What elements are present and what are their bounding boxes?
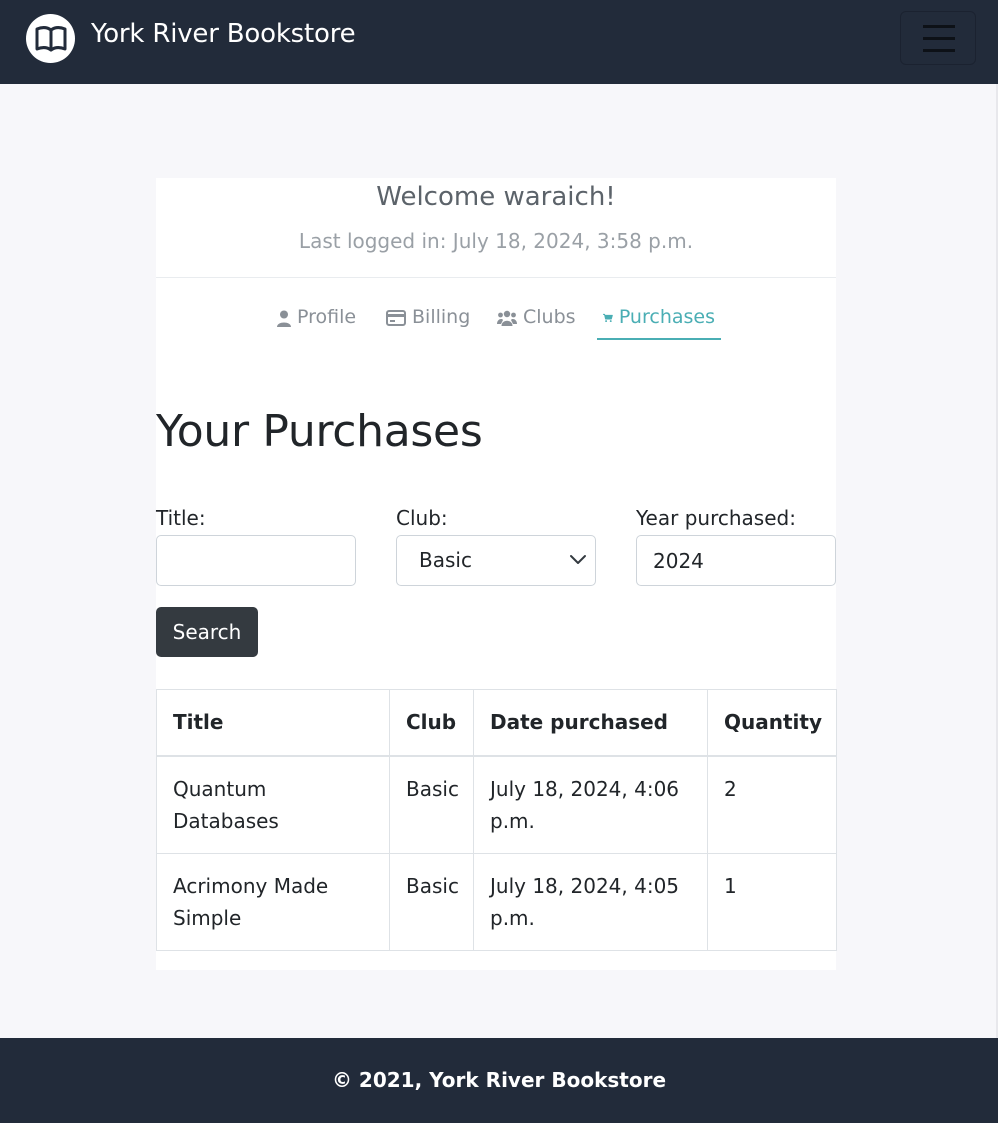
- column-header-title: Title: [156, 689, 390, 757]
- table-row: Acrimony Made Simple Basic July 18, 2024…: [156, 852, 837, 951]
- welcome-heading: Welcome waraich!: [376, 182, 616, 212]
- divider: [156, 277, 836, 278]
- users-icon: [497, 310, 517, 326]
- year-input[interactable]: [636, 535, 836, 586]
- chevron-down-icon: [570, 555, 586, 564]
- credit-card-icon: [386, 310, 406, 326]
- title-input[interactable]: [156, 535, 356, 586]
- cell-title: Acrimony Made Simple: [156, 852, 390, 951]
- page-title: Your Purchases: [156, 406, 483, 457]
- brand-name[interactable]: York River Bookstore: [91, 19, 356, 49]
- year-label: Year purchased:: [636, 506, 796, 530]
- cell-quantity: 2: [707, 755, 837, 854]
- tab-clubs[interactable]: Clubs: [497, 306, 576, 340]
- cell-date: July 18, 2024, 4:06 p.m.: [473, 755, 708, 854]
- cell-quantity: 1: [707, 852, 837, 951]
- account-card: Welcome waraich! Last logged in: July 18…: [156, 178, 837, 970]
- cell-date: July 18, 2024, 4:05 p.m.: [473, 852, 708, 951]
- purchases-table: Title Club Date purchased Quantity Quant…: [156, 689, 837, 951]
- club-label: Club:: [396, 506, 448, 530]
- table-row: Quantum Databases Basic July 18, 2024, 4…: [156, 755, 837, 854]
- tab-label: Billing: [412, 306, 471, 328]
- table-header-row: Title Club Date purchased Quantity: [156, 689, 837, 757]
- footer-copyright: © 2021, York River Bookstore: [331, 1068, 667, 1092]
- open-book-icon[interactable]: [26, 14, 75, 63]
- navbar: York River Bookstore: [0, 0, 998, 84]
- last-login-text: Last logged in: July 18, 2024, 3:58 p.m.: [298, 229, 694, 253]
- footer: © 2021, York River Bookstore: [0, 1038, 998, 1123]
- column-header-quantity: Quantity: [707, 689, 837, 757]
- cell-club: Basic: [389, 852, 474, 951]
- column-header-club: Club: [389, 689, 474, 757]
- tab-label: Profile: [297, 306, 357, 328]
- tab-label: Clubs: [523, 306, 576, 328]
- club-select[interactable]: Basic: [396, 535, 596, 586]
- title-label: Title:: [156, 506, 206, 530]
- cell-title: Quantum Databases: [156, 755, 390, 854]
- shopping-cart-icon: [603, 313, 613, 323]
- search-button[interactable]: Search: [156, 607, 258, 657]
- tab-profile[interactable]: Profile: [277, 306, 356, 340]
- user-icon: [277, 310, 291, 327]
- tab-billing[interactable]: Billing: [386, 306, 470, 340]
- club-select-value: Basic: [419, 548, 472, 572]
- tab-purchases[interactable]: Purchases: [597, 306, 721, 340]
- column-header-date: Date purchased: [473, 689, 708, 757]
- hamburger-menu-icon[interactable]: [900, 11, 976, 65]
- tab-label: Purchases: [618, 306, 715, 328]
- cell-club: Basic: [389, 755, 474, 854]
